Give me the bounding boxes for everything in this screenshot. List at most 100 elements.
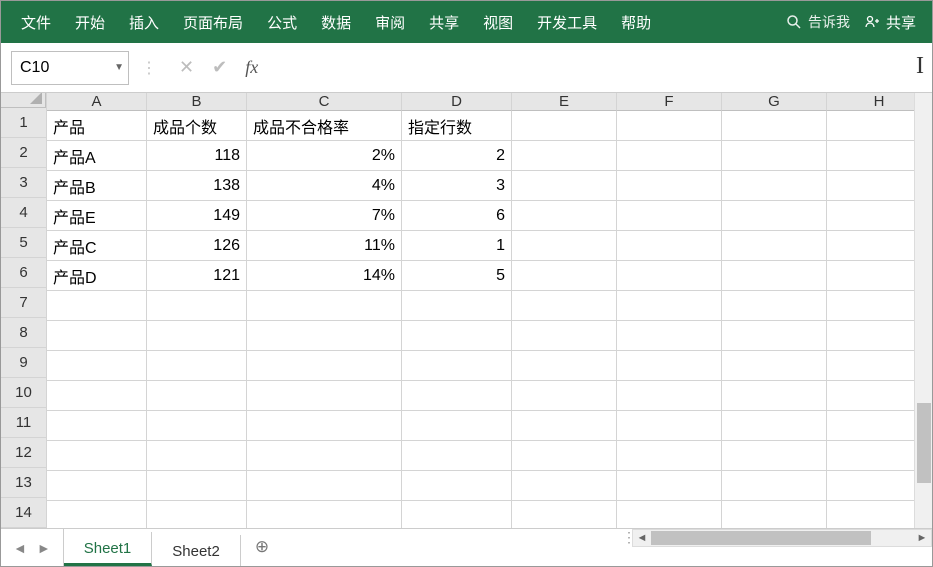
- ribbon-tab-帮助[interactable]: 帮助: [609, 2, 663, 43]
- ribbon-tab-开发工具[interactable]: 开发工具: [525, 2, 609, 43]
- cell-C13[interactable]: [247, 471, 402, 501]
- cell-F2[interactable]: [617, 141, 722, 171]
- fx-label[interactable]: fx: [245, 57, 258, 78]
- cell-C3[interactable]: 4%: [247, 171, 402, 201]
- row-header-2[interactable]: 2: [1, 138, 46, 168]
- cell-C8[interactable]: [247, 321, 402, 351]
- cell-C5[interactable]: 11%: [247, 231, 402, 261]
- cell-B13[interactable]: [147, 471, 247, 501]
- cell-A4[interactable]: 产品E: [47, 201, 147, 231]
- cell-B6[interactable]: 121: [147, 261, 247, 291]
- cell-E6[interactable]: [512, 261, 617, 291]
- cell-F3[interactable]: [617, 171, 722, 201]
- cell-A9[interactable]: [47, 351, 147, 381]
- cell-F7[interactable]: [617, 291, 722, 321]
- cell-D14[interactable]: [402, 501, 512, 528]
- row-header-7[interactable]: 7: [1, 288, 46, 318]
- cell-G6[interactable]: [722, 261, 827, 291]
- cell-C11[interactable]: [247, 411, 402, 441]
- cell-G9[interactable]: [722, 351, 827, 381]
- cell-B3[interactable]: 138: [147, 171, 247, 201]
- cell-F9[interactable]: [617, 351, 722, 381]
- cell-E4[interactable]: [512, 201, 617, 231]
- cell-E9[interactable]: [512, 351, 617, 381]
- cell-G12[interactable]: [722, 441, 827, 471]
- cell-A2[interactable]: 产品A: [47, 141, 147, 171]
- cell-C9[interactable]: [247, 351, 402, 381]
- cell-D5[interactable]: 1: [402, 231, 512, 261]
- ribbon-tab-文件[interactable]: 文件: [9, 2, 63, 43]
- row-header-4[interactable]: 4: [1, 198, 46, 228]
- add-sheet-button[interactable]: ⊕: [241, 529, 283, 566]
- cell-B14[interactable]: [147, 501, 247, 528]
- cell-A13[interactable]: [47, 471, 147, 501]
- row-header-6[interactable]: 6: [1, 258, 46, 288]
- cell-F4[interactable]: [617, 201, 722, 231]
- cell-F11[interactable]: [617, 411, 722, 441]
- nav-prev-icon[interactable]: ◄: [13, 540, 27, 556]
- cell-E11[interactable]: [512, 411, 617, 441]
- cell-B12[interactable]: [147, 441, 247, 471]
- cell-C7[interactable]: [247, 291, 402, 321]
- ribbon-tab-页面布局[interactable]: 页面布局: [171, 2, 255, 43]
- cell-D7[interactable]: [402, 291, 512, 321]
- column-header-G[interactable]: G: [722, 93, 827, 111]
- ribbon-tab-审阅[interactable]: 审阅: [363, 2, 417, 43]
- cell-E1[interactable]: [512, 111, 617, 141]
- cell-G5[interactable]: [722, 231, 827, 261]
- cell-B1[interactable]: 成品个数: [147, 111, 247, 141]
- ribbon-tab-插入[interactable]: 插入: [117, 2, 171, 43]
- cell-E3[interactable]: [512, 171, 617, 201]
- nav-next-icon[interactable]: ►: [37, 540, 51, 556]
- cell-D2[interactable]: 2: [402, 141, 512, 171]
- cell-B5[interactable]: 126: [147, 231, 247, 261]
- cell-F8[interactable]: [617, 321, 722, 351]
- horizontal-scroll-thumb[interactable]: [651, 531, 871, 545]
- ribbon-tab-共享[interactable]: 共享: [417, 2, 471, 43]
- cell-A7[interactable]: [47, 291, 147, 321]
- row-header-5[interactable]: 5: [1, 228, 46, 258]
- cell-F14[interactable]: [617, 501, 722, 528]
- cell-A6[interactable]: 产品D: [47, 261, 147, 291]
- row-header-9[interactable]: 9: [1, 348, 46, 378]
- cell-B10[interactable]: [147, 381, 247, 411]
- cell-F13[interactable]: [617, 471, 722, 501]
- cell-D9[interactable]: [402, 351, 512, 381]
- scroll-left-icon[interactable]: ◄: [633, 532, 651, 544]
- cell-C2[interactable]: 2%: [247, 141, 402, 171]
- cell-G3[interactable]: [722, 171, 827, 201]
- cell-A5[interactable]: 产品C: [47, 231, 147, 261]
- sheet-tab-Sheet1[interactable]: Sheet1: [64, 532, 153, 566]
- column-header-B[interactable]: B: [147, 93, 247, 111]
- cell-C1[interactable]: 成品不合格率: [247, 111, 402, 141]
- cell-E7[interactable]: [512, 291, 617, 321]
- cell-B4[interactable]: 149: [147, 201, 247, 231]
- sheet-tab-Sheet2[interactable]: Sheet2: [152, 535, 241, 566]
- row-header-3[interactable]: 3: [1, 168, 46, 198]
- split-handle-icon[interactable]: ⋮: [622, 529, 632, 566]
- cell-G7[interactable]: [722, 291, 827, 321]
- horizontal-scrollbar[interactable]: ◄ ►: [632, 529, 932, 547]
- cell-G10[interactable]: [722, 381, 827, 411]
- row-header-11[interactable]: 11: [1, 408, 46, 438]
- row-header-12[interactable]: 12: [1, 438, 46, 468]
- cell-D12[interactable]: [402, 441, 512, 471]
- vertical-scroll-thumb[interactable]: [917, 403, 931, 483]
- cell-G8[interactable]: [722, 321, 827, 351]
- cell-E2[interactable]: [512, 141, 617, 171]
- ribbon-tab-公式[interactable]: 公式: [255, 2, 309, 43]
- column-header-C[interactable]: C: [247, 93, 402, 111]
- row-header-14[interactable]: 14: [1, 498, 46, 528]
- cell-B9[interactable]: [147, 351, 247, 381]
- column-header-E[interactable]: E: [512, 93, 617, 111]
- row-header-8[interactable]: 8: [1, 318, 46, 348]
- tell-me-search[interactable]: 告诉我: [786, 12, 850, 32]
- cell-G13[interactable]: [722, 471, 827, 501]
- row-header-10[interactable]: 10: [1, 378, 46, 408]
- row-header-13[interactable]: 13: [1, 468, 46, 498]
- cell-F12[interactable]: [617, 441, 722, 471]
- cell-D4[interactable]: 6: [402, 201, 512, 231]
- cell-B2[interactable]: 118: [147, 141, 247, 171]
- cell-D8[interactable]: [402, 321, 512, 351]
- cell-G1[interactable]: [722, 111, 827, 141]
